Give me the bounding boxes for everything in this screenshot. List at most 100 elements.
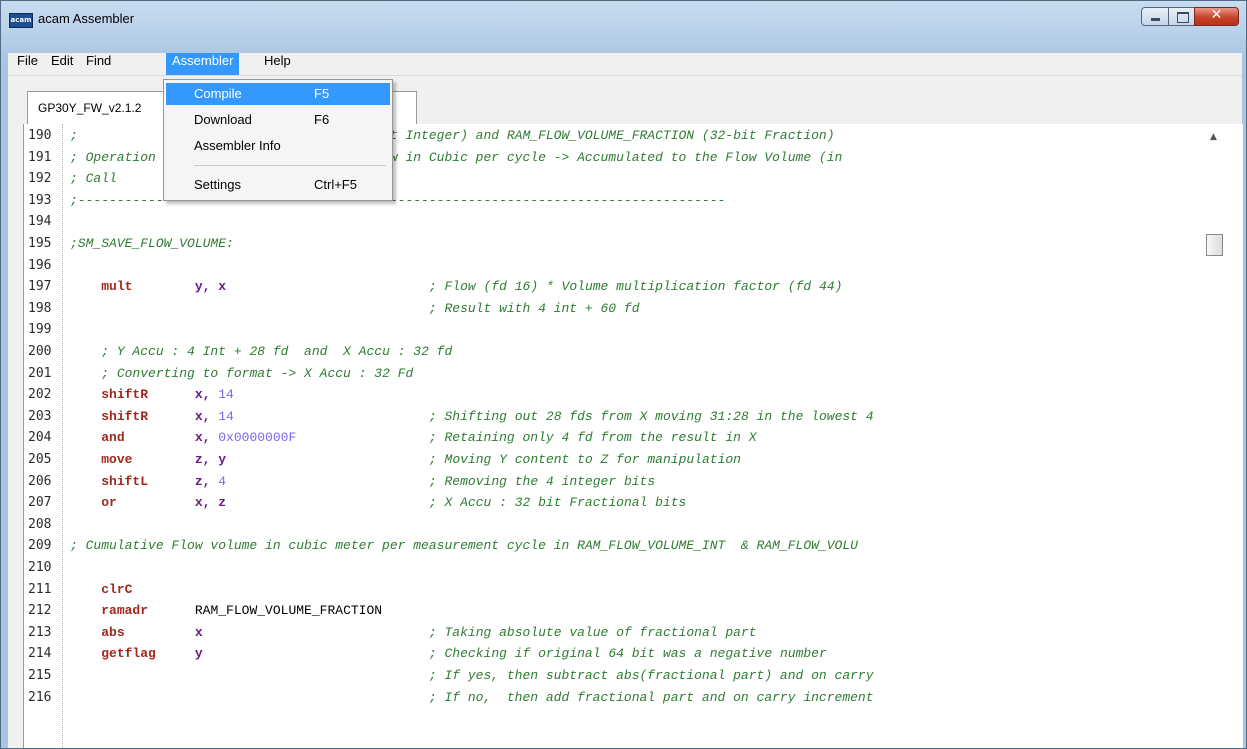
code-line[interactable]: 213 abs x ; Taking absolute value of fra… — [24, 623, 1214, 643]
code-token: ; Y Accu : 4 Int + 28 fd and X Accu : 32… — [101, 344, 453, 359]
code-text: clrC — [70, 580, 132, 600]
line-number: 205 — [28, 452, 52, 467]
code-line[interactable]: 194 — [24, 212, 1214, 232]
menu-item-compile[interactable]: Compile F5 — [166, 83, 390, 105]
code-line[interactable]: 207 or x, z ; X Accu : 32 bit Fractional… — [24, 493, 1214, 513]
code-token: ; Call — [70, 171, 117, 187]
code-text: ; Result with 4 int + 60 fd — [70, 299, 640, 319]
code-line[interactable]: 199 — [24, 320, 1214, 340]
code-token: move — [101, 452, 133, 467]
code-token: ; X Accu : 32 bit Fractional bits — [428, 495, 687, 511]
code-line[interactable]: 197 mult y, x ; Flow (fd 16) * Volume mu… — [24, 277, 1214, 297]
line-number: 190 — [28, 128, 52, 143]
line-number: 192 — [28, 171, 52, 187]
code-token: ; If no, then add fractional part and on… — [428, 689, 874, 705]
line-number: 197 — [28, 279, 52, 295]
line-number: 207 — [28, 495, 52, 511]
menu-help[interactable]: Help — [258, 53, 297, 75]
menu-item-download[interactable]: Download F6 — [166, 109, 390, 131]
code-line[interactable]: 215 ; If yes, then subtract abs(fraction… — [24, 666, 1214, 686]
code-line[interactable]: 209 ; Cumulative Flow volume in cubic met… — [24, 536, 1214, 556]
code-token: z, y — [194, 452, 227, 467]
menu-file[interactable]: File — [11, 53, 44, 75]
code-token: x, — [194, 387, 219, 403]
code-line[interactable]: 216 ; If no, then add fractional part an… — [24, 688, 1214, 708]
line-number: 208 — [28, 516, 52, 532]
code-line[interactable]: 208 — [24, 515, 1214, 535]
code-token: ; Moving Y content to Z for manipulation — [428, 452, 741, 467]
code-line[interactable]: 205 move z, y ; Moving Y content to Z fo… — [24, 450, 1214, 470]
line-number: 212 — [28, 603, 52, 619]
menu-edit[interactable]: Edit — [45, 53, 79, 75]
code-token: ; Converting to format -> X Accu : 32 Fd — [101, 365, 414, 381]
code-line[interactable]: 206 shiftL z, 4 ; Removing the 4 integer… — [24, 472, 1214, 492]
code-token: ; Checking if original 64 bit was a nega… — [428, 646, 827, 662]
code-token: abs — [101, 624, 125, 640]
line-number: 206 — [28, 473, 52, 489]
vertical-scrollbar[interactable]: ▲ — [1203, 124, 1227, 748]
minimize-button[interactable] — [1141, 7, 1169, 26]
code-line[interactable]: 204 and x, 0x0000000F ; Retaining only 4… — [24, 428, 1214, 448]
code-text: ;SM_SAVE_FLOW_VOLUME: — [70, 234, 234, 254]
code-token: x, — [194, 408, 219, 424]
close-button[interactable]: ✕ — [1194, 7, 1239, 26]
code-line[interactable]: 210 — [24, 558, 1214, 578]
menu-item-settings[interactable]: Settings Ctrl+F5 — [166, 174, 390, 196]
code-token: ;SM_SAVE_FLOW_VOLUME: — [70, 236, 234, 251]
line-number: 211 — [28, 581, 52, 597]
close-icon: ✕ — [1210, 7, 1223, 23]
menu-item-shortcut: F6 — [314, 112, 330, 127]
scroll-thumb[interactable] — [1206, 234, 1223, 256]
code-token: ramadr — [101, 603, 149, 619]
code-line[interactable]: 211 clrC — [24, 580, 1214, 600]
menu-separator — [194, 165, 386, 166]
line-number: 216 — [28, 689, 52, 705]
code-line[interactable]: 212 ramadr RAM_FLOW_VOLUME_FRACTION — [24, 601, 1214, 621]
code-token: or — [101, 495, 117, 511]
menu-item-assembler-info[interactable]: Assembler Info — [166, 135, 390, 157]
code-line[interactable]: 214 getflag y ; Checking if original 64 … — [24, 644, 1214, 664]
code-text: mult y, x ; Flow (fd 16) * Volume multip… — [70, 277, 842, 297]
code-line[interactable]: 200 ; Y Accu : 4 Int + 28 fd and X Accu … — [24, 342, 1214, 362]
code-line[interactable]: 203 shiftR x, 14 ; Shifting out 28 fds f… — [24, 407, 1214, 427]
line-number: 214 — [28, 646, 52, 662]
code-line[interactable]: 198 ; Result with 4 int + 60 fd — [24, 299, 1214, 319]
line-number: 191 — [28, 149, 52, 165]
code-line[interactable]: 196 — [24, 256, 1214, 276]
code-line[interactable]: 201 ; Converting to format -> X Accu : 3… — [24, 364, 1214, 384]
code-token: 14 — [218, 408, 234, 424]
code-token: ; If yes, then subtract abs(fractional p… — [428, 668, 874, 683]
code-editor[interactable]: 190; VOLUME_INT (32-bit Integer) and RAM… — [23, 124, 1243, 748]
code-token: shiftR — [101, 387, 149, 403]
scroll-up-icon[interactable]: ▲ — [1210, 132, 1217, 142]
code-token: 0x0000000F — [218, 430, 297, 446]
line-number: 203 — [28, 408, 52, 424]
code-text: ; Call — [70, 169, 117, 189]
code-token: RAM_FLOW_VOLUME_FRACTION — [148, 603, 383, 619]
code-token: ; Shifting out 28 fds from X moving 31:2… — [428, 408, 874, 424]
code-text: move z, y ; Moving Y content to Z for ma… — [70, 450, 741, 470]
maximize-button[interactable] — [1168, 7, 1195, 26]
line-number: 199 — [28, 322, 52, 338]
code-token: getflag — [101, 646, 156, 662]
code-text: and x, 0x0000000F ; Retaining only 4 fd … — [70, 428, 756, 448]
menu-find[interactable]: Find — [80, 53, 117, 75]
code-line[interactable]: 195 ;SM_SAVE_FLOW_VOLUME: — [24, 234, 1214, 254]
code-text: ; Cumulative Flow volume in cubic meter … — [70, 536, 858, 556]
code-token: x, — [194, 430, 219, 446]
title-bar[interactable]: acam acam Assembler ✕ — [1, 1, 1246, 37]
code-line[interactable]: 202 shiftR x, 14 — [24, 385, 1214, 405]
menu-assembler[interactable]: Assembler — [166, 53, 240, 75]
